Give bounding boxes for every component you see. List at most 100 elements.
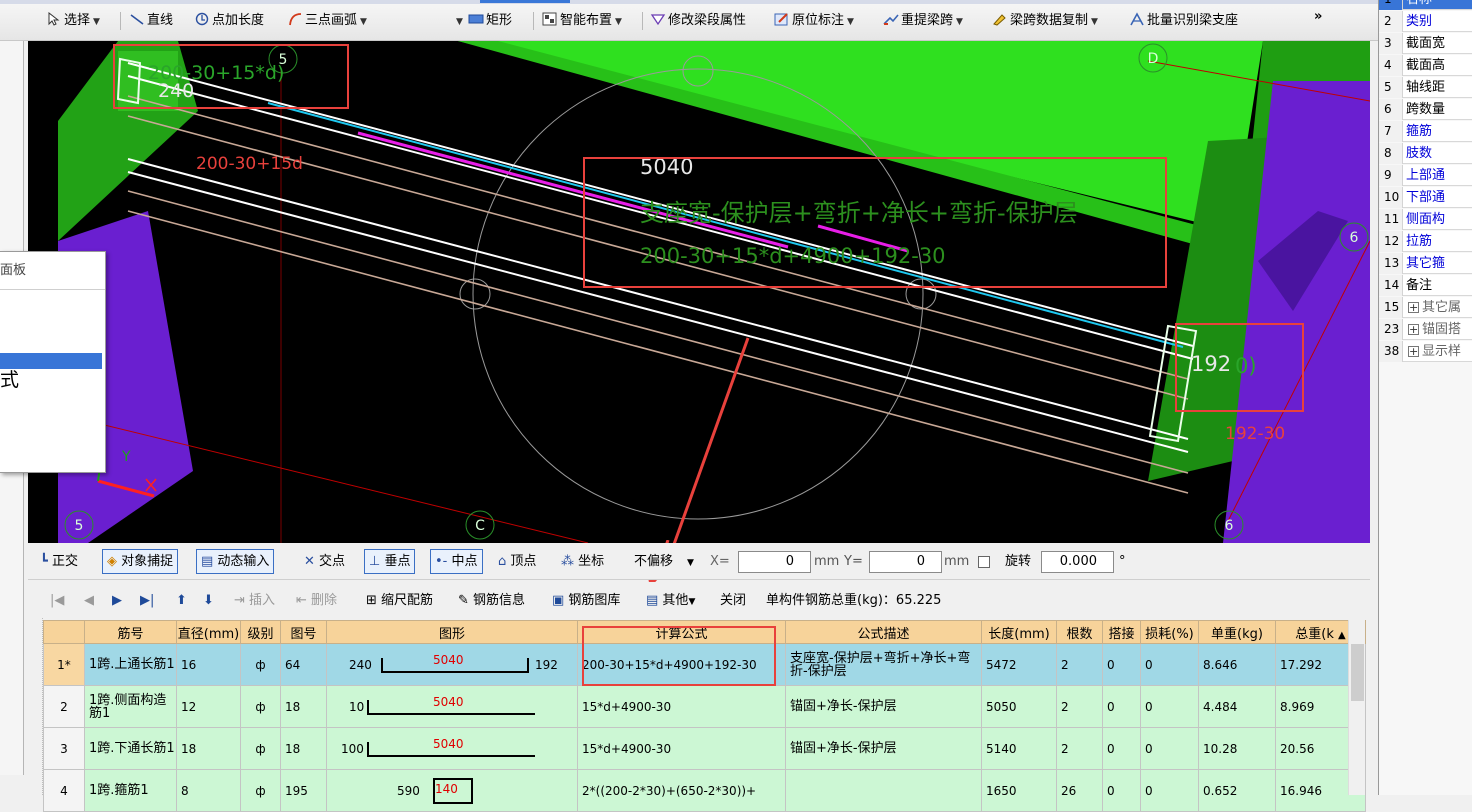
arc-options-dropdown[interactable]: ▼ <box>451 10 465 32</box>
x-coordinate-input[interactable]: 0 <box>738 551 811 573</box>
property-row[interactable]: 11 侧面构 <box>1379 209 1472 230</box>
bar-name[interactable]: 1跨.侧面构造筋1 <box>84 685 177 728</box>
move-up-icon[interactable]: ⬆ <box>176 591 187 611</box>
rotate-angle-input[interactable]: 0.000 <box>1041 551 1114 573</box>
bar-diameter[interactable]: 16 <box>176 643 241 686</box>
table-vertical-scrollbar[interactable] <box>1348 620 1365 795</box>
bar-lap[interactable]: 0 <box>1102 643 1141 686</box>
scrollbar-thumb[interactable] <box>1351 644 1364 701</box>
next-record-icon[interactable]: ▶ <box>112 591 122 611</box>
property-row[interactable]: 5 轴线距 <box>1379 77 1472 98</box>
select-button[interactable]: 选择 ▼ <box>44 10 102 32</box>
bar-formula-desc[interactable]: 锚固+净长-保护层 <box>785 727 982 770</box>
delete-button[interactable]: ⇤ 删除 <box>296 591 337 611</box>
bar-shape[interactable]: 10 5040 <box>326 685 578 728</box>
bar-name[interactable]: 1跨.上通长筋1 <box>84 643 177 686</box>
bar-shape[interactable]: 100 5040 <box>326 727 578 770</box>
expand-plus-icon[interactable]: + <box>1408 346 1419 357</box>
in-place-annotate-button[interactable]: 原位标注 ▼ <box>772 10 856 32</box>
line-button[interactable]: 直线 <box>127 10 175 32</box>
coordinate-snap-button[interactable]: ⁂ 坐标 <box>561 551 604 573</box>
bar-lap[interactable]: 0 <box>1102 685 1141 728</box>
header-diameter[interactable]: 直径(mm) <box>176 620 241 644</box>
bar-name[interactable]: 1跨.下通长筋1 <box>84 727 177 770</box>
header-unit-weight[interactable]: 单重(kg) <box>1198 620 1276 644</box>
property-row[interactable]: 13 其它箍 <box>1379 253 1472 274</box>
bar-unit-weight[interactable]: 4.484 <box>1198 685 1276 728</box>
expand-plus-icon[interactable]: + <box>1408 324 1419 335</box>
bar-figure-no[interactable]: 18 <box>280 685 327 728</box>
rebar-info-button[interactable]: ✎ 钢筋信息 <box>458 591 525 611</box>
drawing-canvas[interactable]: 5 D 6 5 C 6 Y 200-30+15*d) 240 200-30+15… <box>28 41 1370 543</box>
toolbar-overflow-button[interactable]: » <box>1312 6 1324 28</box>
property-row[interactable]: 3 截面宽 <box>1379 33 1472 54</box>
bar-length[interactable]: 5050 <box>981 685 1057 728</box>
bar-name[interactable]: 1跨.箍筋1 <box>84 769 177 812</box>
bar-formula-desc[interactable]: 支座宽-保护层+弯折+净长+弯折-保护层 <box>785 643 982 686</box>
property-row[interactable]: 6 跨数量 <box>1379 99 1472 120</box>
bar-formula-desc[interactable] <box>785 769 982 812</box>
batch-identify-support-button[interactable]: 批量识别梁支座 <box>1127 10 1240 32</box>
bar-formula[interactable]: 15*d+4900-30 <box>577 727 786 770</box>
vertex-snap-button[interactable]: ⌂ 顶点 <box>498 551 536 573</box>
bar-loss[interactable]: 0 <box>1140 727 1199 770</box>
bar-loss[interactable]: 0 <box>1140 769 1199 812</box>
bar-unit-weight[interactable]: 0.652 <box>1198 769 1276 812</box>
bar-unit-weight[interactable]: 10.28 <box>1198 727 1276 770</box>
bar-count[interactable]: 2 <box>1056 727 1103 770</box>
canvas-drawing[interactable]: 5 D 6 5 C 6 Y 200-30+15*d) 240 200-30+15… <box>28 41 1370 543</box>
bar-diameter[interactable]: 12 <box>176 685 241 728</box>
bar-loss[interactable]: 0 <box>1140 685 1199 728</box>
bar-length[interactable]: 1650 <box>981 769 1057 812</box>
table-row[interactable]: 4 1跨.箍筋1 8 ф 195 590 140 2*((200-2*30)+(… <box>43 769 1366 812</box>
bar-grade[interactable]: ф <box>240 769 281 812</box>
sort-up-icon[interactable]: ▲ <box>1338 630 1346 641</box>
property-row[interactable]: 4 截面高 <box>1379 55 1472 76</box>
move-down-icon[interactable]: ⬇ <box>203 591 214 611</box>
table-row[interactable]: 3 1跨.下通长筋1 18 ф 18 100 5040 15*d+4900-30… <box>43 727 1366 770</box>
bar-diameter[interactable]: 8 <box>176 769 241 812</box>
bar-count[interactable]: 26 <box>1056 769 1103 812</box>
scale-rebar-button[interactable]: ⊞ 缩尺配筋 <box>366 591 433 611</box>
bar-diameter[interactable]: 18 <box>176 727 241 770</box>
three-point-arc-button[interactable]: 三点画弧 ▼ <box>285 10 369 32</box>
bar-lap[interactable]: 0 <box>1102 769 1141 812</box>
insert-button[interactable]: ⇥ 插入 <box>234 591 275 611</box>
bar-count[interactable]: 2 <box>1056 685 1103 728</box>
bar-grade[interactable]: ф <box>240 727 281 770</box>
last-record-icon[interactable]: ▶| <box>140 591 154 611</box>
rotate-checkbox[interactable] <box>978 556 990 568</box>
bar-figure-no[interactable]: 18 <box>280 727 327 770</box>
offset-mode-dropdown[interactable]: 不偏移 ▼ <box>634 551 694 573</box>
y-coordinate-input[interactable]: 0 <box>869 551 942 573</box>
header-bar-number[interactable]: 筋号 <box>84 620 177 644</box>
respan-beam-button[interactable]: 重提梁跨 ▼ <box>881 10 965 32</box>
property-row[interactable]: 38 + 显示样 <box>1379 341 1472 362</box>
bar-loss[interactable]: 0 <box>1140 643 1199 686</box>
bar-formula-desc[interactable]: 锚固+净长-保护层 <box>785 685 982 728</box>
bar-figure-no[interactable]: 195 <box>280 769 327 812</box>
floating-panel-selected-item[interactable] <box>0 353 102 369</box>
bar-lap[interactable]: 0 <box>1102 727 1141 770</box>
header-shape[interactable]: 图形 <box>326 620 578 644</box>
object-snap-button[interactable]: ◈ 对象捕捉 <box>102 549 179 574</box>
property-row[interactable]: 23 + 锚固搭 <box>1379 319 1472 340</box>
property-row[interactable]: 10 下部通 <box>1379 187 1472 208</box>
floating-panel[interactable]: 面板 式 <box>0 251 106 473</box>
prev-record-icon[interactable]: ◀ <box>84 591 94 611</box>
first-record-icon[interactable]: |◀ <box>50 591 64 611</box>
ortho-button[interactable]: ┗ 正交 <box>40 551 78 573</box>
copy-span-data-button[interactable]: 梁跨数据复制 ▼ <box>990 10 1100 32</box>
property-panel[interactable]: 1名称2类别3截面宽4截面高5轴线距6跨数量7箍筋8肢数9上部通10下部通11侧… <box>1378 0 1472 795</box>
other-dropdown[interactable]: ▤ 其他▼ <box>646 591 695 611</box>
perpendicular-snap-button[interactable]: ⊥ 垂点 <box>364 549 416 574</box>
rebar-library-button[interactable]: ▣ 钢筋图库 <box>552 591 620 611</box>
header-loss[interactable]: 损耗(%) <box>1140 620 1199 644</box>
property-row[interactable]: 14 备注 <box>1379 275 1472 296</box>
bar-length[interactable]: 5140 <box>981 727 1057 770</box>
bar-shape[interactable]: 590 140 <box>326 769 578 812</box>
property-row[interactable]: 2 类别 <box>1379 11 1472 32</box>
property-row[interactable]: 8 肢数 <box>1379 143 1472 164</box>
property-row[interactable]: 12 拉筋 <box>1379 231 1472 252</box>
header-length[interactable]: 长度(mm) <box>981 620 1057 644</box>
